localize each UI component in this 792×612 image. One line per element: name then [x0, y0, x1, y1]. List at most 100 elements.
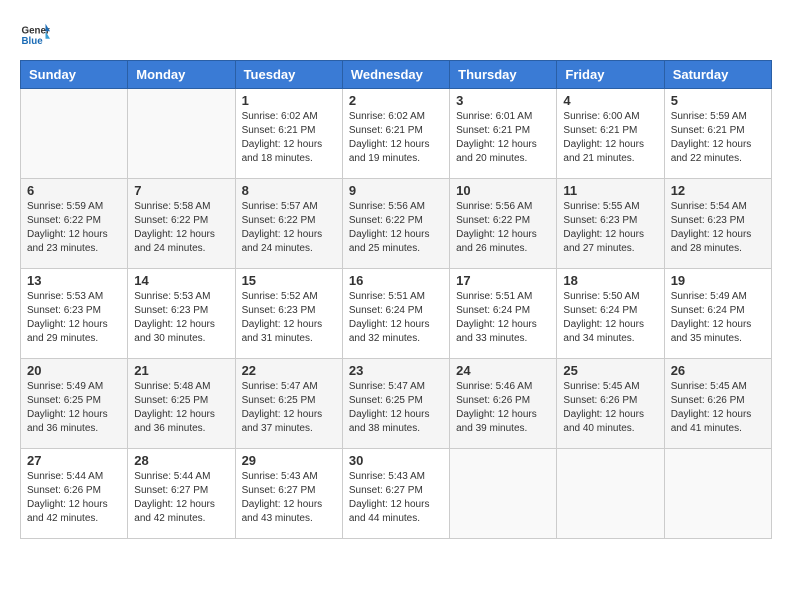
day-info: Sunrise: 5:57 AM Sunset: 6:22 PM Dayligh… [242, 200, 336, 256]
day-number: 28 [134, 453, 228, 468]
calendar: SundayMondayTuesdayWednesdayThursdayFrid… [20, 60, 772, 539]
day-info: Sunrise: 5:49 AM Sunset: 6:24 PM Dayligh… [671, 290, 765, 346]
calendar-cell: 2 Sunrise: 6:02 AM Sunset: 6:21 PM Daylig… [342, 89, 449, 179]
calendar-cell: 27 Sunrise: 5:44 AM Sunset: 6:26 PM Dayli… [21, 449, 128, 539]
day-number: 10 [456, 183, 550, 198]
calendar-cell: 24 Sunrise: 5:46 AM Sunset: 6:26 PM Dayli… [450, 359, 557, 449]
calendar-cell [21, 89, 128, 179]
day-number: 4 [563, 93, 657, 108]
calendar-cell: 25Sunrise: 5:45 AM Sunset: 6:26 PM Dayli… [557, 359, 664, 449]
day-info: Sunrise: 5:46 AM Sunset: 6:26 PM Dayligh… [456, 380, 550, 436]
calendar-week-5: 27 Sunrise: 5:44 AM Sunset: 6:26 PM Dayli… [21, 449, 772, 539]
day-info: Sunrise: 5:51 AM Sunset: 6:24 PM Dayligh… [349, 290, 443, 346]
calendar-cell: 12 Sunrise: 5:54 AM Sunset: 6:23 PM Dayli… [664, 179, 771, 269]
day-number: 16 [349, 273, 443, 288]
day-info: Sunrise: 5:47 AM Sunset: 6:25 PM Dayligh… [349, 380, 443, 436]
day-info: Sunrise: 5:59 AM Sunset: 6:21 PM Dayligh… [671, 110, 765, 166]
day-number: 3 [456, 93, 550, 108]
calendar-cell: 29 Sunrise: 5:43 AM Sunset: 6:27 PM Dayli… [235, 449, 342, 539]
day-info: Sunrise: 5:53 AM Sunset: 6:23 PM Dayligh… [134, 290, 228, 346]
calendar-cell: 5Sunrise: 5:59 AM Sunset: 6:21 PM Daylig… [664, 89, 771, 179]
calendar-cell [664, 449, 771, 539]
calendar-header-sunday: Sunday [21, 61, 128, 89]
calendar-cell [450, 449, 557, 539]
calendar-week-2: 6 Sunrise: 5:59 AM Sunset: 6:22 PM Daylig… [21, 179, 772, 269]
day-number: 12 [671, 183, 765, 198]
calendar-cell: 19 Sunrise: 5:49 AM Sunset: 6:24 PM Dayli… [664, 269, 771, 359]
calendar-header-tuesday: Tuesday [235, 61, 342, 89]
calendar-cell: 4 Sunrise: 6:00 AM Sunset: 6:21 PM Daylig… [557, 89, 664, 179]
calendar-header-friday: Friday [557, 61, 664, 89]
calendar-cell: 16 Sunrise: 5:51 AM Sunset: 6:24 PM Dayli… [342, 269, 449, 359]
day-number: 27 [27, 453, 121, 468]
day-info: Sunrise: 5:44 AM Sunset: 6:26 PM Dayligh… [27, 470, 121, 526]
day-number: 1 [242, 93, 336, 108]
day-info: Sunrise: 5:59 AM Sunset: 6:22 PM Dayligh… [27, 200, 121, 256]
calendar-cell: 10 Sunrise: 5:56 AM Sunset: 6:22 PM Dayli… [450, 179, 557, 269]
calendar-header-row: SundayMondayTuesdayWednesdayThursdayFrid… [21, 61, 772, 89]
calendar-header-wednesday: Wednesday [342, 61, 449, 89]
day-info: Sunrise: 5:58 AM Sunset: 6:22 PM Dayligh… [134, 200, 228, 256]
calendar-cell: 1 Sunrise: 6:02 AM Sunset: 6:21 PM Daylig… [235, 89, 342, 179]
day-info: Sunrise: 5:54 AM Sunset: 6:23 PM Dayligh… [671, 200, 765, 256]
calendar-header-thursday: Thursday [450, 61, 557, 89]
day-info: Sunrise: 5:43 AM Sunset: 6:27 PM Dayligh… [242, 470, 336, 526]
day-info: Sunrise: 5:53 AM Sunset: 6:23 PM Dayligh… [27, 290, 121, 346]
calendar-cell: 30 Sunrise: 5:43 AM Sunset: 6:27 PM Dayli… [342, 449, 449, 539]
day-number: 13 [27, 273, 121, 288]
calendar-cell: 3 Sunrise: 6:01 AM Sunset: 6:21 PM Daylig… [450, 89, 557, 179]
day-number: 2 [349, 93, 443, 108]
logo: General Blue [20, 20, 50, 50]
header: General Blue [20, 20, 772, 50]
logo-icon: General Blue [20, 20, 50, 50]
calendar-cell: 13 Sunrise: 5:53 AM Sunset: 6:23 PM Dayli… [21, 269, 128, 359]
day-info: Sunrise: 5:44 AM Sunset: 6:27 PM Dayligh… [134, 470, 228, 526]
day-number: 24 [456, 363, 550, 378]
day-number: 22 [242, 363, 336, 378]
calendar-cell: 18 Sunrise: 5:50 AM Sunset: 6:24 PM Dayli… [557, 269, 664, 359]
day-number: 17 [456, 273, 550, 288]
day-info: Sunrise: 5:48 AM Sunset: 6:25 PM Dayligh… [134, 380, 228, 436]
day-number: 19 [671, 273, 765, 288]
calendar-week-4: 20Sunrise: 5:49 AM Sunset: 6:25 PM Dayli… [21, 359, 772, 449]
day-info: Sunrise: 5:51 AM Sunset: 6:24 PM Dayligh… [456, 290, 550, 346]
day-info: Sunrise: 5:50 AM Sunset: 6:24 PM Dayligh… [563, 290, 657, 346]
day-info: Sunrise: 6:00 AM Sunset: 6:21 PM Dayligh… [563, 110, 657, 166]
calendar-cell: 7 Sunrise: 5:58 AM Sunset: 6:22 PM Daylig… [128, 179, 235, 269]
day-number: 14 [134, 273, 228, 288]
calendar-header-saturday: Saturday [664, 61, 771, 89]
svg-text:Blue: Blue [22, 36, 44, 47]
calendar-cell: 8Sunrise: 5:57 AM Sunset: 6:22 PM Daylig… [235, 179, 342, 269]
calendar-cell: 6 Sunrise: 5:59 AM Sunset: 6:22 PM Daylig… [21, 179, 128, 269]
calendar-cell: 17 Sunrise: 5:51 AM Sunset: 6:24 PM Dayli… [450, 269, 557, 359]
day-number: 20 [27, 363, 121, 378]
day-info: Sunrise: 6:01 AM Sunset: 6:21 PM Dayligh… [456, 110, 550, 166]
day-info: Sunrise: 6:02 AM Sunset: 6:21 PM Dayligh… [349, 110, 443, 166]
day-number: 18 [563, 273, 657, 288]
day-number: 29 [242, 453, 336, 468]
day-number: 11 [563, 183, 657, 198]
day-info: Sunrise: 5:45 AM Sunset: 6:26 PM Dayligh… [671, 380, 765, 436]
calendar-cell: 21 Sunrise: 5:48 AM Sunset: 6:25 PM Dayli… [128, 359, 235, 449]
day-info: Sunrise: 6:02 AM Sunset: 6:21 PM Dayligh… [242, 110, 336, 166]
calendar-cell [557, 449, 664, 539]
calendar-cell [128, 89, 235, 179]
day-info: Sunrise: 5:43 AM Sunset: 6:27 PM Dayligh… [349, 470, 443, 526]
day-number: 6 [27, 183, 121, 198]
day-info: Sunrise: 5:56 AM Sunset: 6:22 PM Dayligh… [349, 200, 443, 256]
day-info: Sunrise: 5:56 AM Sunset: 6:22 PM Dayligh… [456, 200, 550, 256]
calendar-cell: 11 Sunrise: 5:55 AM Sunset: 6:23 PM Dayli… [557, 179, 664, 269]
day-info: Sunrise: 5:55 AM Sunset: 6:23 PM Dayligh… [563, 200, 657, 256]
day-number: 26 [671, 363, 765, 378]
calendar-cell: 9Sunrise: 5:56 AM Sunset: 6:22 PM Daylig… [342, 179, 449, 269]
day-number: 30 [349, 453, 443, 468]
day-number: 15 [242, 273, 336, 288]
calendar-week-1: 1 Sunrise: 6:02 AM Sunset: 6:21 PM Daylig… [21, 89, 772, 179]
day-number: 21 [134, 363, 228, 378]
calendar-cell: 23 Sunrise: 5:47 AM Sunset: 6:25 PM Dayli… [342, 359, 449, 449]
calendar-cell: 15Sunrise: 5:52 AM Sunset: 6:23 PM Dayli… [235, 269, 342, 359]
day-number: 23 [349, 363, 443, 378]
day-number: 7 [134, 183, 228, 198]
calendar-cell: 20Sunrise: 5:49 AM Sunset: 6:25 PM Dayli… [21, 359, 128, 449]
calendar-cell: 26 Sunrise: 5:45 AM Sunset: 6:26 PM Dayli… [664, 359, 771, 449]
